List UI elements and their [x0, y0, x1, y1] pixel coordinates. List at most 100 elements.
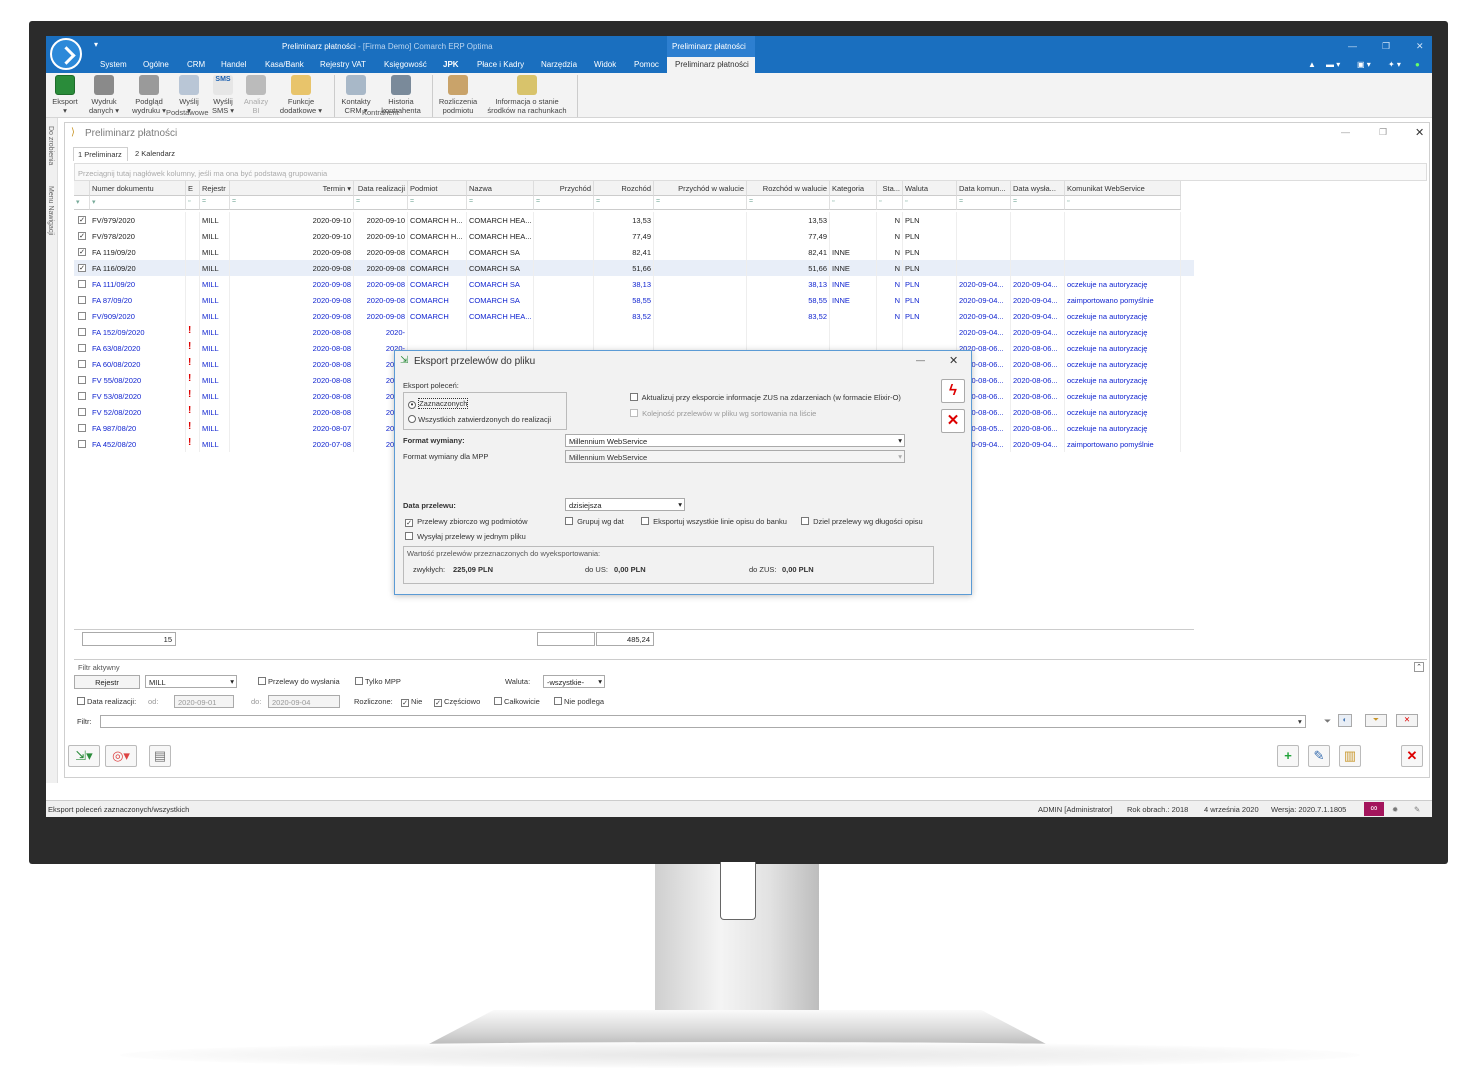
format-mpp-select[interactable]: Millennium WebService ▾ [565, 450, 905, 463]
table-row[interactable]: FA 87/09/20 MILL 2020-09-08 2020-09-08 COMAR… [74, 292, 1194, 308]
column-header-dw[interactable]: Data wysła... [1011, 181, 1065, 196]
column-header-wal[interactable]: Waluta [903, 181, 957, 196]
column-header-dk[interactable]: Data komun... [957, 181, 1011, 196]
maximize-icon[interactable]: ❐ [1382, 41, 1390, 52]
menu-handel[interactable]: Handel [221, 60, 246, 69]
quick-access-chevron-icon[interactable]: ▾ [94, 40, 98, 49]
cancel-dialog-button[interactable]: ✕ [941, 409, 965, 433]
date-select[interactable]: dzisiejsza ▾ [565, 498, 685, 511]
menu-jpk[interactable]: JPK [443, 60, 459, 69]
column-filter-cell[interactable]: = [957, 196, 1011, 210]
window-icon[interactable]: ▬ ▾ [1326, 60, 1340, 69]
row-checkbox[interactable] [78, 280, 86, 288]
nie-checkbox[interactable]: ✓ Nie [401, 697, 422, 707]
format-select[interactable]: Millennium WebService ▾ [565, 434, 905, 447]
ribbon-funkcje-button[interactable]: Funkcje dodatkowe ▾ [274, 75, 328, 115]
column-filter-cell[interactable]: = [200, 196, 230, 210]
dziel-checkbox[interactable]: Dziel przelewy wg długości opisu [801, 517, 923, 526]
column-filter-cell[interactable]: ▫ [903, 196, 957, 210]
edit-icon[interactable]: ✎ [1308, 745, 1330, 767]
dialog-minimize-icon[interactable]: — [916, 355, 925, 365]
group-by-panel[interactable]: Przeciągnij tutaj nagłówek kolumny, jeśl… [74, 163, 1427, 181]
zbiorczo-checkbox[interactable]: ✓ Przelewy zbiorczo wg podmiotów [405, 517, 528, 527]
advanced-filter-icon[interactable]: ◐ [1338, 714, 1352, 727]
menu-ogolne[interactable]: Ogólne [143, 60, 169, 69]
radio-all[interactable]: Wszystkich zatwierdzonych do realizacji [408, 415, 551, 424]
row-checkbox-checked[interactable]: ✓ [78, 264, 86, 272]
row-checkbox[interactable] [78, 328, 86, 336]
column-filter-cell[interactable]: ▫ [186, 196, 200, 210]
czesciowo-checkbox[interactable]: ✓ Częściowo [434, 697, 480, 707]
calkowicie-checkbox[interactable]: Całkowicie [494, 697, 540, 706]
execute-export-button[interactable]: ϟ [941, 379, 965, 403]
table-row[interactable]: ✓ FA 119/09/20 MILL 2020-09-08 2020-09-08 COM… [74, 244, 1194, 260]
ribbon-analizy-button[interactable]: Analizy BI [242, 75, 270, 115]
child-maximize-icon[interactable]: ❐ [1379, 127, 1387, 138]
add-icon[interactable]: + [1277, 745, 1299, 767]
column-filter-cell[interactable]: ▫ [830, 196, 877, 210]
row-checkbox[interactable] [78, 344, 86, 352]
printer-menu-icon[interactable]: ▣ ▾ [1357, 60, 1371, 69]
row-checkbox[interactable] [78, 360, 86, 368]
settings-icon[interactable]: ✹ [1392, 805, 1398, 814]
date-from-input[interactable]: 2020-09-01 [174, 695, 234, 708]
menu-widok[interactable]: Widok [594, 60, 616, 69]
przelewy-do-wyslania-checkbox[interactable]: Przelewy do wysłania [258, 677, 340, 686]
menu-rejestry-vat[interactable]: Rejestry VAT [320, 60, 366, 69]
row-checkbox[interactable] [78, 440, 86, 448]
radio-selected[interactable]: • Zaznaczonych [408, 398, 469, 409]
menu-kasa-bank[interactable]: Kasa/Bank [265, 60, 304, 69]
data-realizacji-checkbox[interactable]: Data realizacji: [77, 697, 136, 706]
tab-preliminarz[interactable]: 1 Preliminarz [73, 147, 128, 161]
column-header-rozwal[interactable]: Rozchód w walucie [747, 181, 830, 196]
tools-menu-icon[interactable]: ✦ ▾ [1388, 60, 1401, 69]
clear-filter-icon[interactable]: ✕ [1396, 714, 1418, 727]
table-row[interactable]: FA 152/09/2020! MILL 2020-08-08 2020- 2020-0… [74, 324, 1194, 340]
column-filter-cell[interactable]: ▾ [74, 196, 90, 210]
column-filter-cell[interactable]: ▫ [1065, 196, 1181, 210]
row-checkbox[interactable] [78, 312, 86, 320]
menu-place-kadry[interactable]: Płace i Kadry [477, 60, 524, 69]
nie-podlega-checkbox[interactable]: Nie podlega [554, 697, 604, 706]
column-header-nazwa[interactable]: Nazwa [467, 181, 534, 196]
rejestr-select[interactable]: MILL ▾ [145, 675, 237, 688]
menu-ksiegowosc[interactable]: Księgowość [384, 60, 427, 69]
column-filter-cell[interactable]: = [230, 196, 354, 210]
chevron-down-icon[interactable]: ▾ [1298, 717, 1302, 726]
table-row[interactable]: ✓ FV/979/2020 MILL 2020-09-10 2020-09-10 COMA… [74, 212, 1194, 228]
todo-panel-tab[interactable]: Do zrobienia [47, 126, 54, 165]
ribbon-podglad-button[interactable]: Podgląd wydruku ▾ [128, 75, 170, 115]
column-header-rozchod[interactable]: Rozchód [594, 181, 654, 196]
tylko-mpp-checkbox[interactable]: Tylko MPP [355, 677, 401, 686]
column-header-reg[interactable]: Rejestr [200, 181, 230, 196]
table-row[interactable]: ✓ FV/978/2020 MILL 2020-09-10 2020-09-10 COMA… [74, 228, 1194, 244]
column-header-real[interactable]: Data realizacji [354, 181, 408, 196]
table-row[interactable]: ✓ FA 116/09/20 MILL 2020-09-08 2020-09-08 COM… [74, 260, 1194, 276]
column-header-sta[interactable]: Sta... [877, 181, 903, 196]
delete-bin-icon[interactable]: ▥ [1339, 745, 1361, 767]
ribbon-eksport-button[interactable]: Eksport ▾ [50, 75, 80, 115]
row-checkbox-checked[interactable]: ✓ [78, 248, 86, 256]
close-window-icon[interactable]: ✕ [1401, 745, 1423, 767]
tab-kalendarz[interactable]: 2 Kalendarz [131, 147, 181, 161]
column-filter-cell[interactable]: = [747, 196, 830, 210]
waluta-select[interactable]: -wszystkie- ▾ [543, 675, 605, 688]
row-checkbox-checked[interactable]: ✓ [78, 216, 86, 224]
menu-crm[interactable]: CRM [187, 60, 205, 69]
column-header-kat[interactable]: Kategoria [830, 181, 877, 196]
zus-update-checkbox[interactable]: Aktualizuj przy eksporcie informacje ZUS… [630, 393, 901, 402]
column-filter-cell[interactable]: = [354, 196, 408, 210]
navigation-menu-tab[interactable]: Menu Nawigacji [47, 186, 54, 235]
child-close-icon[interactable]: ✕ [1415, 126, 1424, 139]
payment-status-button[interactable]: ◎▾ [105, 745, 137, 767]
column-filter-cell[interactable]: = [534, 196, 594, 210]
row-checkbox[interactable] [78, 296, 86, 304]
table-row[interactable]: FA 111/09/20 MILL 2020-09-08 2020-09-08 COMA… [74, 276, 1194, 292]
dialog-close-icon[interactable]: ✕ [949, 354, 958, 367]
grupuj-checkbox[interactable]: Grupuj wg dat [565, 517, 624, 526]
column-header-podmiot[interactable]: Podmiot [408, 181, 467, 196]
operations-list-button[interactable]: ▤ [149, 745, 171, 767]
column-header-przwal[interactable]: Przychód w walucie [654, 181, 747, 196]
menu-pomoc[interactable]: Pomoc [634, 60, 659, 69]
minimize-icon[interactable]: — [1348, 41, 1357, 51]
